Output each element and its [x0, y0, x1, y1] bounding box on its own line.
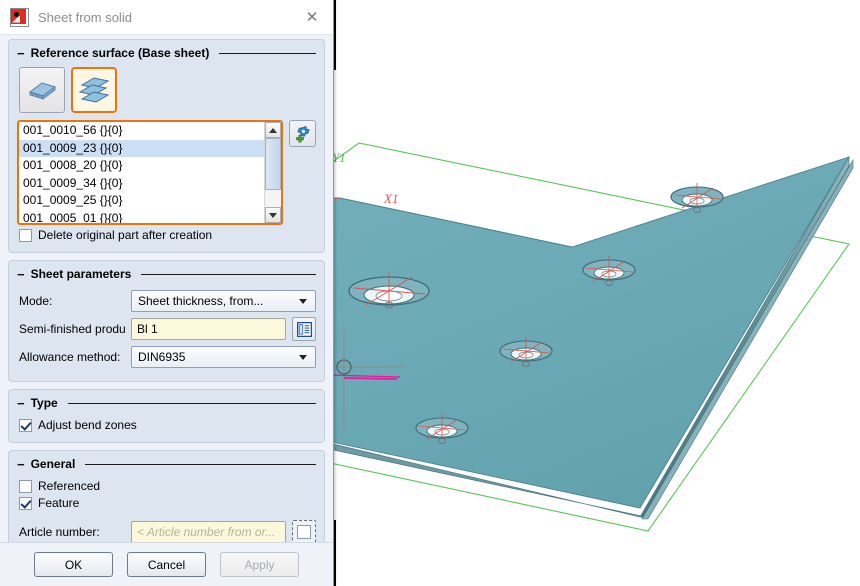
cancel-button[interactable]: Cancel	[127, 552, 206, 577]
highlight-edge	[344, 378, 397, 379]
listbox-items: 001_0010_56 {}{0} 001_0009_23 {}{0} 001_…	[19, 122, 264, 223]
dialog-footer: OK Cancel Apply	[0, 542, 333, 586]
sheet-parameters-header[interactable]: − Sheet parameters	[17, 261, 316, 286]
referenced-row[interactable]: Referenced	[19, 479, 316, 493]
sheet-parameters-group: − Sheet parameters Mode: Sheet thickness…	[8, 260, 325, 382]
chevron-down-icon	[299, 355, 307, 360]
semi-finished-row: Semi-finished produ Bl 1	[19, 317, 316, 341]
close-icon[interactable]: ✕	[297, 5, 327, 29]
feature-row[interactable]: Feature	[19, 496, 316, 510]
list-item[interactable]: 001_0005_01 {}{0}	[19, 210, 264, 224]
picker-square-icon	[297, 525, 311, 539]
scroll-up-button[interactable]	[265, 122, 281, 138]
delete-original-row[interactable]: Delete original part after creation	[19, 228, 316, 242]
article-number-picker-button[interactable]	[292, 520, 316, 544]
allowance-label: Allowance method:	[19, 350, 131, 364]
mode-label: Mode:	[19, 294, 131, 308]
collapse-icon[interactable]: −	[17, 47, 25, 60]
reference-surface-mode-toggles	[19, 67, 316, 113]
dialog-body: − Reference surface (Base sheet)	[0, 35, 333, 558]
type-header[interactable]: − Type	[17, 390, 316, 415]
sheet-parameters-title: Sheet parameters	[31, 267, 132, 281]
article-number-row: Article number: < Article number from or…	[19, 520, 316, 544]
allowance-value: DIN6935	[138, 350, 295, 364]
semi-finished-label: Semi-finished produ	[19, 322, 131, 336]
dialog-title: Sheet from solid	[38, 10, 297, 25]
list-item[interactable]: 001_0008_20 {}{0}	[19, 157, 264, 175]
sheet-from-solid-dialog: Sheet from solid ✕ − Reference surface (…	[0, 0, 334, 586]
axis-x-label: X1	[383, 191, 398, 206]
settings-button[interactable]	[289, 120, 316, 147]
collapse-icon[interactable]: −	[17, 397, 25, 410]
mode-dropdown[interactable]: Sheet thickness, from...	[131, 290, 316, 312]
article-number-label: Article number:	[19, 525, 131, 539]
delete-original-checkbox[interactable]	[19, 229, 32, 242]
scroll-thumb[interactable]	[265, 138, 281, 190]
gear-plus-icon	[294, 125, 312, 143]
adjust-bend-zones-checkbox[interactable]	[19, 419, 32, 432]
scroll-track[interactable]	[265, 138, 281, 207]
type-group: − Type Adjust bend zones	[8, 389, 325, 443]
referenced-checkbox[interactable]	[19, 480, 32, 493]
reference-list-row: 001_0010_56 {}{0} 001_0009_23 {}{0} 001_…	[17, 120, 316, 225]
scroll-down-button[interactable]	[265, 207, 281, 223]
apply-button: Apply	[220, 552, 299, 577]
chevron-down-icon	[299, 299, 307, 304]
ok-button[interactable]: OK	[34, 552, 113, 577]
mode-row: Mode: Sheet thickness, from...	[19, 290, 316, 312]
single-sheet-icon-button[interactable]	[19, 67, 65, 113]
semi-finished-browse-button[interactable]	[292, 317, 316, 341]
multi-sheet-icon	[77, 75, 111, 105]
reference-surface-title: Reference surface (Base sheet)	[31, 46, 210, 60]
adjust-bend-zones-row[interactable]: Adjust bend zones	[19, 418, 316, 432]
single-sheet-icon	[26, 77, 58, 103]
axis-y-label: Y1	[332, 150, 346, 165]
delete-original-label: Delete original part after creation	[38, 228, 212, 242]
list-item[interactable]: 001_0009_34 {}{0}	[19, 175, 264, 193]
semi-finished-input[interactable]: Bl 1	[131, 318, 286, 340]
feature-label: Feature	[38, 496, 79, 510]
feature-checkbox[interactable]	[19, 497, 32, 510]
allowance-row: Allowance method: DIN6935	[19, 346, 316, 368]
reference-surface-header[interactable]: − Reference surface (Base sheet)	[17, 40, 316, 65]
referenced-label: Referenced	[38, 479, 100, 493]
list-browse-icon	[297, 322, 312, 337]
allowance-dropdown[interactable]: DIN6935	[131, 346, 316, 368]
collapse-icon[interactable]: −	[17, 268, 25, 281]
header-rule	[141, 274, 316, 275]
listbox-scrollbar[interactable]	[264, 122, 281, 223]
reference-surface-group: − Reference surface (Base sheet)	[8, 39, 325, 253]
header-rule	[85, 464, 316, 465]
general-title: General	[31, 457, 76, 471]
list-item[interactable]: 001_0009_25 {}{0}	[19, 192, 264, 210]
dialog-title-bar[interactable]: Sheet from solid ✕	[0, 0, 333, 35]
header-rule	[219, 53, 316, 54]
collapse-icon[interactable]: −	[17, 458, 25, 471]
list-item[interactable]: 001_0009_23 {}{0}	[19, 140, 264, 158]
app-icon	[10, 8, 29, 27]
type-title: Type	[31, 396, 58, 410]
list-item[interactable]: 001_0010_56 {}{0}	[19, 122, 264, 140]
reference-surface-listbox[interactable]: 001_0010_56 {}{0} 001_0009_23 {}{0} 001_…	[17, 120, 283, 225]
adjust-bend-zones-label: Adjust bend zones	[38, 418, 137, 432]
mode-value: Sheet thickness, from...	[138, 294, 295, 308]
header-rule	[68, 403, 316, 404]
general-header[interactable]: − General	[17, 451, 316, 476]
article-number-input[interactable]: < Article number from or...	[131, 521, 286, 543]
multi-sheet-icon-button[interactable]	[71, 67, 117, 113]
